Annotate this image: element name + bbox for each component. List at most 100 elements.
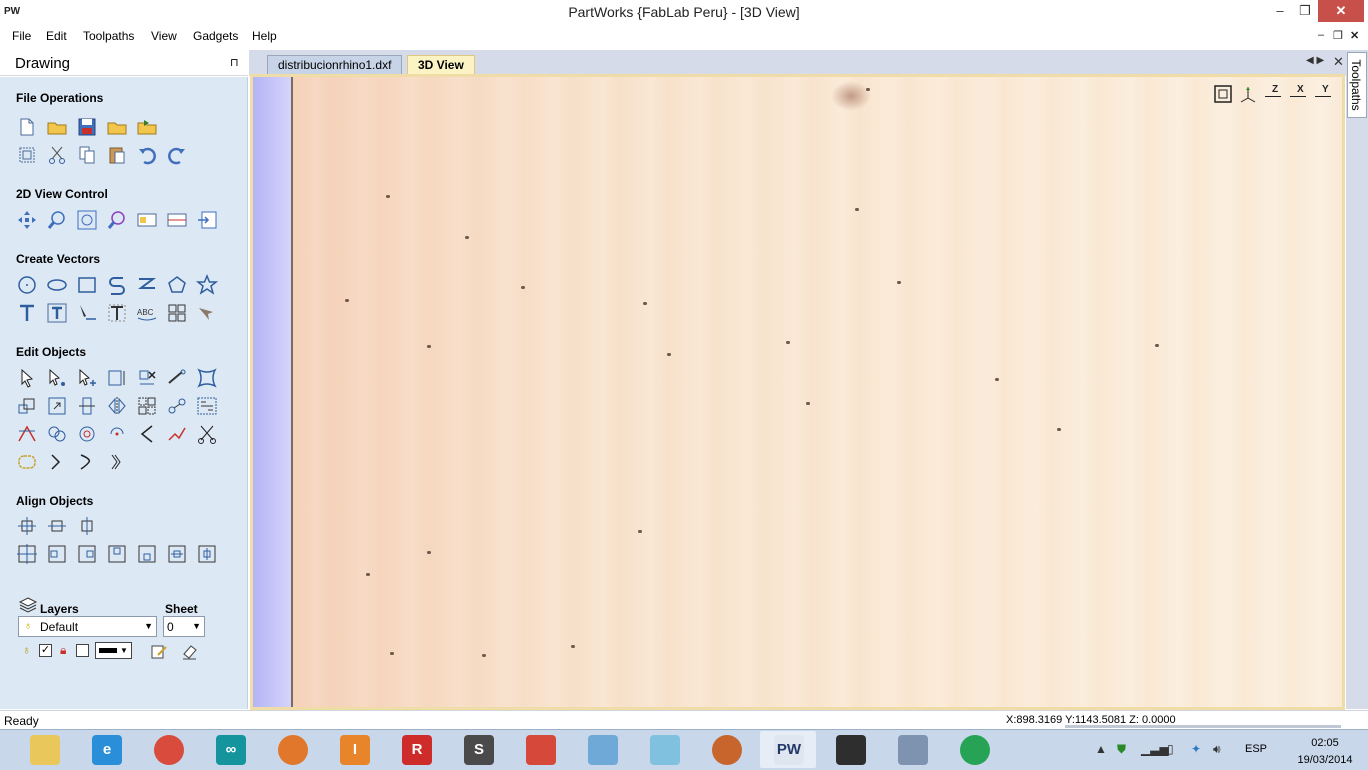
layer-clear-eraser-icon[interactable] (180, 641, 200, 664)
partworks-taskbar-icon[interactable]: PW (760, 731, 816, 768)
chrome-icon[interactable] (140, 731, 196, 768)
smooth-icon[interactable] (76, 451, 98, 473)
inventor-icon[interactable]: I (326, 731, 382, 768)
align-top-icon[interactable] (106, 543, 128, 565)
volume-icon[interactable]: 🔊︎ (1213, 742, 1221, 757)
zoom-extents-icon[interactable] (76, 209, 98, 231)
measure-icon[interactable] (166, 367, 188, 389)
view-z-icon[interactable]: Z (1263, 84, 1285, 106)
tab-3d-view[interactable]: 3D View (407, 55, 475, 76)
move-center-icon[interactable] (76, 395, 98, 417)
view-x-icon[interactable]: X (1288, 84, 1310, 106)
align-center-vertical-icon[interactable] (76, 515, 98, 537)
layer-color-picker[interactable]: ▼ (95, 642, 132, 659)
open-file-icon[interactable] (46, 116, 68, 138)
tab-scroll-arrows-icon[interactable]: ◀ ▶ (1306, 55, 1324, 66)
text-frame-icon[interactable] (106, 302, 128, 324)
align-both-centers-icon[interactable] (16, 543, 38, 565)
align-left-icon[interactable] (46, 543, 68, 565)
close-icon[interactable]: ✕ (1318, 0, 1364, 22)
mdi-close-icon[interactable]: ✕ (1350, 29, 1359, 42)
clipart-bird-icon[interactable] (196, 302, 218, 324)
paste-icon[interactable] (106, 144, 128, 166)
delete-object-icon[interactable] (136, 367, 158, 389)
align-center-horizontal-icon[interactable] (46, 515, 68, 537)
zoom-window-icon[interactable] (106, 209, 128, 231)
menu-edit[interactable]: Edit (46, 29, 67, 43)
view-y-icon[interactable]: Y (1313, 84, 1335, 106)
layer-edit-icon[interactable] (149, 641, 169, 664)
distribute-horizontal-icon[interactable] (166, 543, 188, 565)
arduino-icon[interactable]: ∞ (202, 731, 258, 768)
view-layout-icon[interactable] (136, 209, 158, 231)
view-split-icon[interactable] (166, 209, 188, 231)
hangouts-icon[interactable] (946, 731, 1002, 768)
align-bottom-icon[interactable] (136, 543, 158, 565)
sheet-dropdown[interactable]: 0 ▼ (163, 616, 205, 637)
mdi-minimize-icon[interactable]: – (1318, 29, 1324, 41)
expand-icon[interactable] (46, 395, 68, 417)
layer-visible-checkbox[interactable]: ✓ (39, 644, 52, 657)
align-right-icon[interactable] (76, 543, 98, 565)
presentation-app-icon[interactable] (512, 731, 568, 768)
save-icon[interactable] (76, 116, 98, 138)
fillet-icon[interactable] (106, 423, 128, 445)
arc-icon[interactable] (136, 423, 158, 445)
menu-help[interactable]: Help (252, 29, 277, 43)
trim-vectors-icon[interactable] (16, 423, 38, 445)
offset-icon[interactable] (76, 423, 98, 445)
array-grid-icon[interactable] (166, 302, 188, 324)
scissors-icon[interactable] (196, 423, 218, 445)
close-vector-icon[interactable] (16, 451, 38, 473)
tab-close-icon[interactable]: ✕ (1333, 54, 1344, 70)
circle-icon[interactable] (16, 274, 38, 296)
text-box-icon[interactable] (46, 302, 68, 324)
switch-view-icon[interactable] (196, 209, 218, 231)
layer-lock-checkbox[interactable] (76, 644, 89, 657)
polygon-icon[interactable] (166, 274, 188, 296)
tab-distribucionrhino1-dxf[interactable]: distribucionrhino1.dxf (267, 55, 403, 76)
pin-icon[interactable]: ⊓ (230, 56, 239, 69)
cut-icon[interactable] (46, 144, 68, 166)
undo-icon[interactable] (136, 144, 158, 166)
node-edit-icon[interactable] (46, 367, 68, 389)
signal-icon[interactable]: ▁▃▅ (1141, 742, 1169, 756)
polyline-icon[interactable] (136, 274, 158, 296)
menu-view[interactable]: View (151, 29, 177, 43)
zoom-icon[interactable] (46, 209, 68, 231)
show-hidden-icons-chevron-icon[interactable]: ▲ (1095, 742, 1107, 756)
layer-dropdown[interactable]: ♁ Default ▼ (18, 616, 157, 637)
menu-file[interactable]: File (12, 29, 31, 43)
paint-icon[interactable] (574, 731, 630, 768)
copy-icon[interactable] (76, 144, 98, 166)
iso-view-icon[interactable] (1238, 84, 1260, 106)
new-file-icon[interactable] (16, 116, 38, 138)
layer-visible-bulb-icon[interactable]: ♁ (22, 643, 31, 657)
rectangle-icon[interactable] (76, 274, 98, 296)
calculator-icon[interactable] (884, 731, 940, 768)
select-pointer-icon[interactable] (16, 367, 38, 389)
3d-view-canvas[interactable] (253, 77, 1342, 707)
distribute-vertical-icon[interactable] (196, 543, 218, 565)
file-explorer-icon[interactable] (16, 731, 72, 768)
transform-pointer-icon[interactable] (76, 367, 98, 389)
firefox-icon[interactable] (264, 731, 320, 768)
line-segment-icon[interactable] (166, 423, 188, 445)
abc-text-icon[interactable]: ABC (136, 302, 158, 324)
pan-icon[interactable] (16, 209, 38, 231)
mdi-restore-icon[interactable]: ❐ (1333, 29, 1343, 42)
curve-icon[interactable] (106, 274, 128, 296)
array-copy-icon[interactable] (136, 395, 158, 417)
text-icon[interactable] (16, 302, 38, 324)
extend-icon[interactable] (46, 451, 68, 473)
import-folder-icon[interactable] (136, 116, 158, 138)
input-language[interactable]: ESP (1245, 743, 1267, 755)
lock-icon[interactable]: 🔒︎ (60, 643, 66, 658)
zoom-extents-icon[interactable] (1213, 84, 1235, 106)
distort-icon[interactable] (196, 367, 218, 389)
nest-parts-icon[interactable] (196, 395, 218, 417)
scale-icon[interactable] (16, 395, 38, 417)
join-vectors-icon[interactable] (166, 395, 188, 417)
restore-icon[interactable]: ❐ (1290, 0, 1320, 22)
star-icon[interactable] (196, 274, 218, 296)
